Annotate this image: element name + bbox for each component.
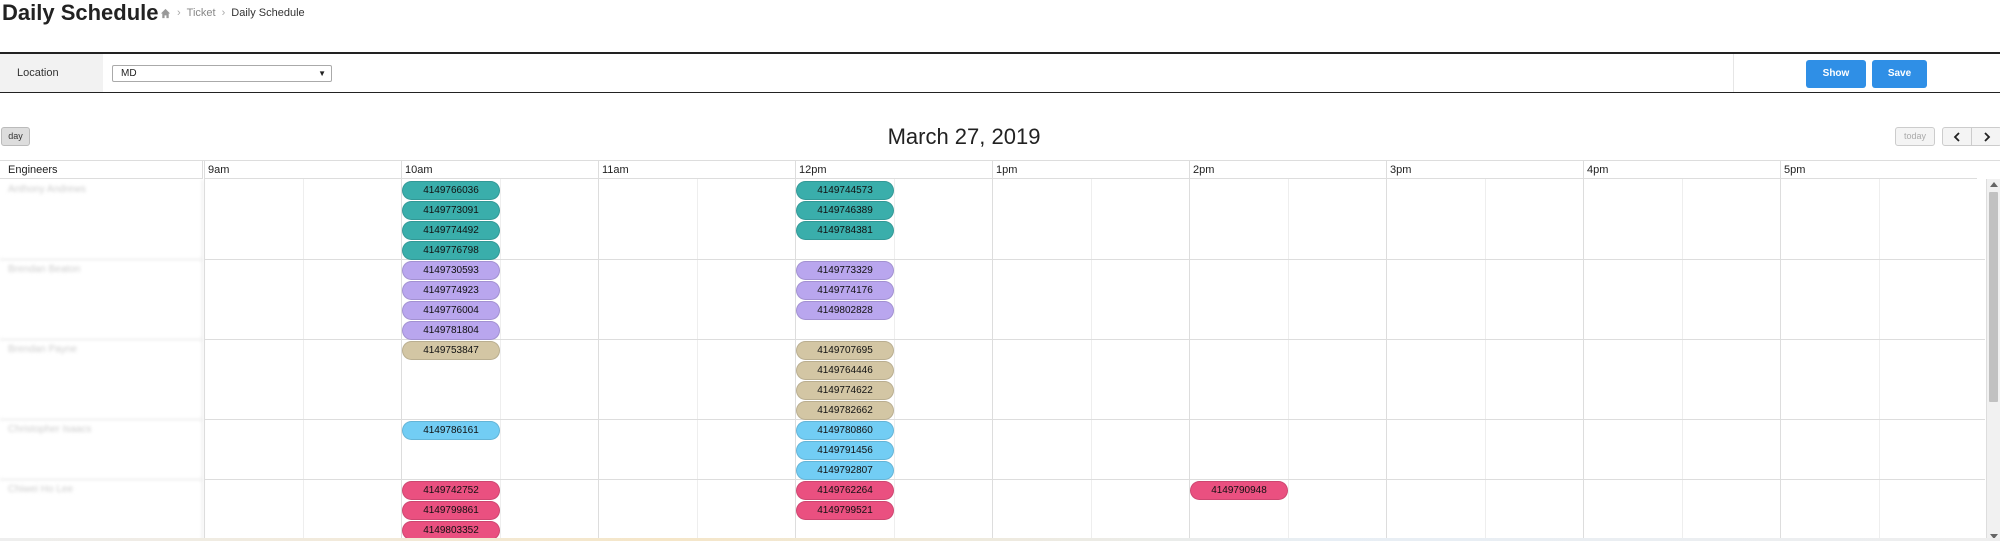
ticket-event[interactable]: 4149762264 [796, 481, 894, 500]
half-hour-gridline [1682, 179, 1683, 541]
half-hour-gridline [1288, 179, 1289, 541]
ticket-event[interactable]: 4149782662 [796, 401, 894, 420]
prev-day-button[interactable] [1942, 127, 1972, 146]
ticket-event[interactable]: 4149781804 [402, 321, 500, 340]
ticket-event[interactable]: 4149753847 [402, 341, 500, 360]
breadcrumb-current: Daily Schedule [231, 7, 305, 19]
time-slot-header: 12pm [795, 161, 992, 179]
ticket-event[interactable]: 4149776004 [402, 301, 500, 320]
half-hour-gridline [697, 179, 698, 541]
scroll-thumb[interactable] [1989, 192, 1998, 402]
ticket-event[interactable]: 4149792807 [796, 461, 894, 480]
hour-gridline [1189, 161, 1190, 541]
time-slot-header: 5pm [1780, 161, 1977, 179]
time-slot-header: 10am [401, 161, 598, 179]
time-slot-header: 1pm [992, 161, 1189, 179]
show-button[interactable]: Show [1806, 60, 1866, 88]
ticket-event[interactable]: 4149776798 [402, 241, 500, 260]
page-title: Daily Schedule [2, 0, 159, 25]
today-button[interactable]: today [1895, 127, 1935, 146]
time-slot-header: 4pm [1583, 161, 1780, 179]
location-select-value: MD [121, 68, 137, 79]
ticket-event[interactable]: 4149707695 [796, 341, 894, 360]
chevron-down-icon: ▼ [318, 69, 326, 78]
half-hour-gridline [1091, 179, 1092, 541]
engineer-name: Chiwei Ho Lee [0, 480, 203, 541]
resource-column-header: Engineers [0, 161, 203, 179]
ticket-event[interactable]: 4149774622 [796, 381, 894, 400]
schedule-grid: Engineers 9am 10am 11am 12pm 1pm 2pm 3pm 4pm 5pm… [0, 160, 2000, 541]
hour-gridline [1583, 161, 1584, 541]
breadcrumb-ticket-link[interactable]: Ticket [187, 6, 216, 20]
ticket-event[interactable]: 4149773329 [796, 261, 894, 280]
ticket-event[interactable]: 4149744573 [796, 181, 894, 200]
ticket-event[interactable]: 4149764446 [796, 361, 894, 380]
half-hour-gridline [500, 179, 501, 541]
time-slot-header: 3pm [1386, 161, 1583, 179]
ticket-event[interactable]: 4149786161 [402, 421, 500, 440]
hour-gridline [992, 161, 993, 541]
hour-gridline [1386, 161, 1387, 541]
engineer-name: Christopher Isaacs [0, 420, 203, 480]
engineer-name: Brendan Payne [0, 340, 203, 420]
vertical-scrollbar[interactable] [1986, 179, 2000, 541]
ticket-event[interactable]: 4149746389 [796, 201, 894, 220]
half-hour-gridline [1485, 179, 1486, 541]
home-icon[interactable] [160, 8, 171, 19]
half-hour-gridline [303, 179, 304, 541]
engineer-name: Anthony Andrews [0, 180, 203, 260]
filter-bar: Location MD ▼ Show Save [0, 52, 2000, 93]
save-button[interactable]: Save [1872, 60, 1927, 88]
time-slot-header: 2pm [1189, 161, 1386, 179]
ticket-event[interactable]: 4149730593 [402, 261, 500, 280]
ticket-event[interactable]: 4149774492 [402, 221, 500, 240]
half-hour-gridline [1879, 179, 1880, 541]
half-hour-gridline [894, 179, 895, 541]
hour-gridline [204, 161, 205, 541]
row-divider [204, 479, 1985, 480]
ticket-event[interactable]: 4149742752 [402, 481, 500, 500]
chevron-left-icon [1953, 131, 1960, 142]
breadcrumb-separator-icon: › [221, 7, 226, 19]
breadcrumb-separator-icon: › [177, 7, 181, 19]
ticket-event[interactable]: 4149790948 [1190, 481, 1288, 500]
divider [1733, 54, 1734, 92]
time-slot-header: 9am [204, 161, 401, 179]
time-slot-header: 11am [598, 161, 795, 179]
calendar-date-title: March 27, 2019 [887, 124, 1041, 149]
ticket-event[interactable]: 4149766036 [402, 181, 500, 200]
chevron-right-icon [1983, 131, 1990, 142]
date-nav-group [1942, 127, 2000, 146]
hour-gridline [598, 161, 599, 541]
location-select[interactable]: MD ▼ [112, 65, 332, 82]
engineer-name: Brendan Beaton [0, 260, 203, 340]
scroll-up-icon[interactable] [1990, 182, 1998, 187]
ticket-event[interactable]: 4149784381 [796, 221, 894, 240]
ticket-event[interactable]: 4149774923 [402, 281, 500, 300]
breadcrumb: › Ticket › Daily Schedule [160, 6, 305, 20]
ticket-event[interactable]: 4149799521 [796, 501, 894, 520]
ticket-event[interactable]: 4149780860 [796, 421, 894, 440]
hour-gridline [1780, 161, 1781, 541]
row-divider [204, 419, 1985, 420]
ticket-event[interactable]: 4149773091 [402, 201, 500, 220]
location-label: Location [0, 54, 103, 92]
ticket-event[interactable]: 4149802828 [796, 301, 894, 320]
ticket-event[interactable]: 4149799861 [402, 501, 500, 520]
ticket-event[interactable]: 4149774176 [796, 281, 894, 300]
next-day-button[interactable] [1972, 127, 2000, 146]
ticket-event[interactable]: 4149791456 [796, 441, 894, 460]
